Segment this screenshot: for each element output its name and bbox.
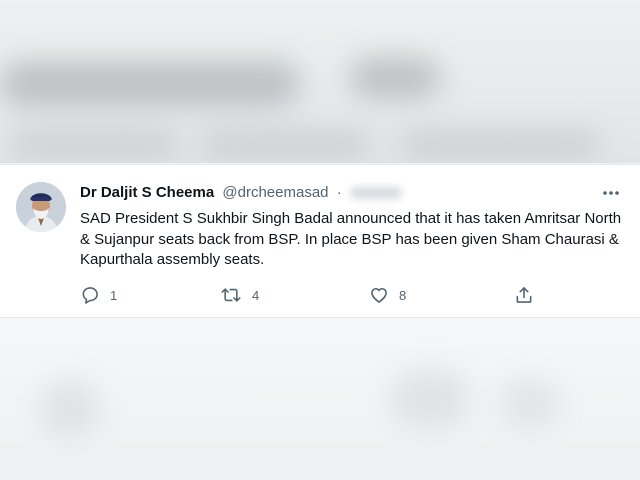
more-horizontal-icon bbox=[603, 191, 619, 195]
reply-count: 1 bbox=[110, 287, 118, 303]
share-icon bbox=[516, 287, 532, 303]
like-count: 8 bbox=[399, 287, 407, 303]
user-handle[interactable]: @drcheemasad bbox=[222, 184, 328, 201]
tweet-text: SAD President S Sukhbir Singh Badal anno… bbox=[80, 210, 622, 268]
display-name[interactable]: Dr Daljit S Cheema bbox=[80, 184, 214, 201]
more-options-button[interactable] bbox=[600, 182, 622, 204]
tweet-header: Dr Daljit S Cheema @drcheemasad · bbox=[80, 183, 402, 203]
share-button[interactable] bbox=[514, 283, 534, 307]
tweet-actions: 1 4 8 bbox=[80, 283, 550, 307]
heart-icon bbox=[371, 287, 387, 303]
reply-button[interactable]: 1 bbox=[80, 283, 117, 307]
blurred-background-bottom bbox=[0, 318, 640, 480]
retweet-button[interactable]: 4 bbox=[220, 283, 259, 307]
blurred-background-top bbox=[0, 0, 640, 163]
reply-icon bbox=[82, 287, 98, 304]
retweet-count: 4 bbox=[252, 287, 260, 303]
avatar[interactable] bbox=[16, 182, 66, 232]
separator-dot: · bbox=[336, 184, 342, 201]
retweet-icon bbox=[221, 288, 241, 302]
like-button[interactable]: 8 bbox=[369, 283, 406, 307]
timestamp-blurred bbox=[349, 187, 402, 200]
tweet-card[interactable]: Dr Daljit S Cheema @drcheemasad · SAD Pr… bbox=[0, 164, 640, 318]
avatar-image bbox=[16, 182, 66, 232]
